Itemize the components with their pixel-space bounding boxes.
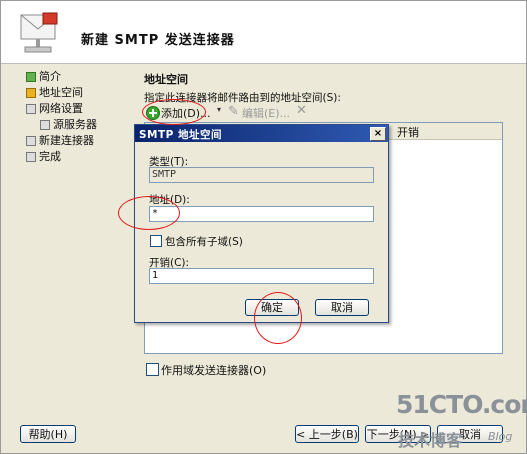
nav-step-new-connector: 新建连接器 xyxy=(23,133,123,149)
edit-button[interactable]: 编辑(E)... xyxy=(242,105,290,121)
scope-connector-checkbox[interactable] xyxy=(146,363,159,376)
nav-step-label: 新建连接器 xyxy=(39,134,94,147)
watermark: 51CTO.com 技术博客 Blog xyxy=(396,390,527,450)
include-subdomains-label: 包含所有子域(S) xyxy=(165,236,243,248)
dialog-cancel-button[interactable]: 取消 xyxy=(315,299,369,316)
wizard-steps-nav: 简介 地址空间 网络设置 源服务器 新建连接器 完成 xyxy=(23,69,123,165)
column-header-cost[interactable]: 开销 xyxy=(397,124,419,140)
nav-step-label: 简介 xyxy=(39,70,61,83)
nav-step-intro: 简介 xyxy=(23,69,123,85)
add-button[interactable]: 添加(D)... xyxy=(161,105,211,121)
cost-input[interactable]: 1 xyxy=(149,268,374,284)
address-space-toolbar: 添加(D)... ▾ ✎ 编辑(E)... ✕ xyxy=(144,103,364,122)
watermark-site: 51CTO.com xyxy=(396,390,527,419)
address-label: 地址(D): xyxy=(149,194,190,206)
step-current-icon xyxy=(26,88,36,98)
smtp-address-space-dialog: SMTP 地址空间 × 类型(T): SMTP 地址(D): * 包含所有子域(… xyxy=(134,124,389,323)
add-icon[interactable] xyxy=(146,106,160,120)
wizard-title: 新建 SMTP 发送连接器 xyxy=(81,33,235,48)
nav-step-complete: 完成 xyxy=(23,149,123,165)
scope-connector-label: 作用域发送连接器(O) xyxy=(161,364,267,377)
nav-step-address-space: 地址空间 xyxy=(23,85,123,101)
nav-step-label: 完成 xyxy=(39,150,61,163)
nav-step-label: 源服务器 xyxy=(53,118,97,131)
help-button[interactable]: 帮助(H) xyxy=(20,425,76,443)
section-title: 地址空间 xyxy=(144,73,188,86)
nav-step-label: 网络设置 xyxy=(39,102,83,115)
edit-icon: ✎ xyxy=(228,104,239,119)
wizard-header: 新建 SMTP 发送连接器 xyxy=(1,1,526,64)
nav-step-network-settings: 网络设置 xyxy=(23,101,123,117)
step-done-icon xyxy=(26,72,36,82)
address-input[interactable]: * xyxy=(149,206,374,222)
close-icon[interactable]: × xyxy=(370,127,386,141)
type-field: SMTP xyxy=(149,167,374,183)
ok-button[interactable]: 确定 xyxy=(245,299,299,316)
step-pending-icon xyxy=(40,120,50,130)
mail-connector-icon xyxy=(20,12,58,53)
dialog-titlebar[interactable]: SMTP 地址空间 × xyxy=(135,125,388,142)
step-pending-icon xyxy=(26,104,36,114)
step-pending-icon xyxy=(26,152,36,162)
step-pending-icon xyxy=(26,136,36,146)
nav-step-label: 地址空间 xyxy=(39,86,83,99)
include-subdomains-checkbox[interactable] xyxy=(150,235,162,247)
delete-icon[interactable]: ✕ xyxy=(296,103,307,118)
dialog-title: SMTP 地址空间 xyxy=(139,129,223,141)
back-button[interactable]: < 上一步(B) xyxy=(295,425,359,443)
watermark-tagline: 技术博客 xyxy=(398,431,463,450)
section-description: 指定此连接器将邮件路由到的地址空间(S): xyxy=(144,92,341,104)
nav-step-source-server: 源服务器 xyxy=(23,117,123,133)
add-dropdown-arrow-icon[interactable]: ▾ xyxy=(217,105,221,114)
watermark-blog: Blog xyxy=(488,430,513,443)
